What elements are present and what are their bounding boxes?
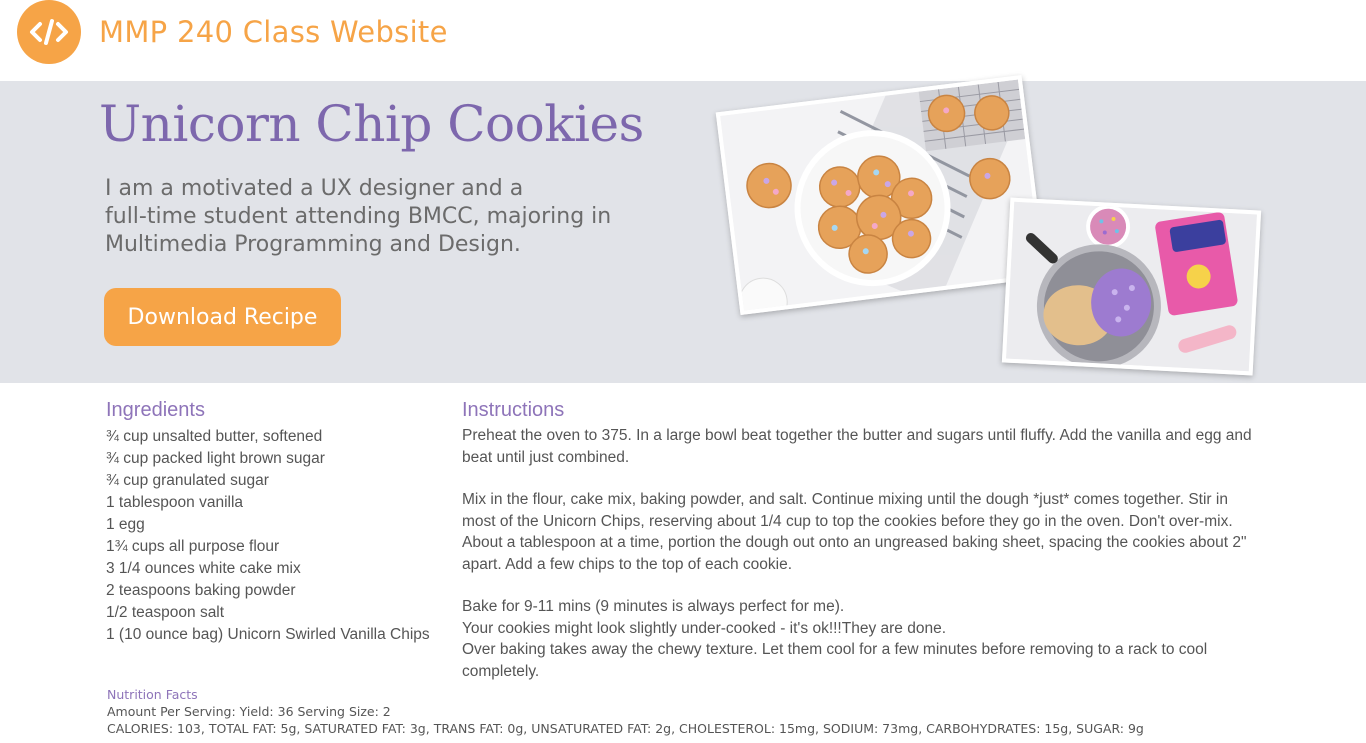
ingredient-item: 1/2 teaspoon salt	[106, 604, 225, 621]
ingredient-item: ¾ cup unsalted butter, softened	[106, 428, 323, 445]
site-title[interactable]: MMP 240 Class Website	[99, 15, 448, 49]
ingredient-item: 1¾ cups all purpose flour	[106, 538, 280, 555]
ingredient-item: 1 tablespoon vanilla	[106, 494, 244, 511]
instruction-line: Bake for 9-11 mins (9 minutes is always …	[462, 598, 845, 615]
page-title: Unicorn Chip Cookies	[99, 95, 644, 153]
cookie-dough-bowl-photo	[1001, 197, 1262, 376]
nutrition-facts: Nutrition Facts Amount Per Serving: Yiel…	[107, 686, 1357, 737]
top-bar: MMP 240 Class Website	[0, 0, 1366, 81]
hero-intro: I am a motivated a UX designer and a ful…	[105, 175, 665, 259]
instruction-line: Your cookies might look slightly under-c…	[462, 619, 946, 637]
nutrition-values: CALORIES: 103, TOTAL FAT: 5g, SATURATED …	[107, 721, 1144, 736]
instructions-heading: Instructions	[462, 399, 565, 421]
instruction-step: Mix in the flour, cake mix, baking powde…	[462, 491, 1247, 573]
ingredients-list: ¾ cup unsalted butter, softened ¾ cup pa…	[106, 426, 446, 646]
ingredients-section: Ingredients ¾ cup unsalted butter, softe…	[106, 399, 446, 646]
hero-section: Unicorn Chip Cookies I am a motivated a …	[0, 74, 1366, 383]
ingredients-heading: Ingredients	[106, 399, 205, 421]
ingredient-item: 2 teaspoons baking powder	[106, 582, 296, 599]
cookies-plate-photo	[715, 74, 1047, 316]
ingredient-item: ¾ cup packed light brown sugar	[106, 450, 325, 467]
instructions-section: Instructions Preheat the oven to 375. In…	[462, 399, 1257, 682]
download-recipe-button[interactable]: Download Recipe	[104, 288, 341, 346]
ingredient-item: 3 1/4 ounces white cake mix	[106, 560, 301, 577]
ingredient-item: ¾ cup granulated sugar	[106, 472, 269, 489]
code-brackets-icon[interactable]	[17, 0, 81, 64]
instruction-step: Bake for 9-11 mins (9 minutes is always …	[462, 596, 1257, 682]
instruction-line: Over baking takes away the chewy texture…	[462, 641, 1208, 680]
nutrition-heading: Nutrition Facts	[107, 687, 198, 702]
hero-intro-line: I am a motivated a UX designer and a	[105, 176, 524, 201]
nutrition-serving: Amount Per Serving: Yield: 36 Serving Si…	[107, 704, 391, 719]
ingredient-item: 1 (10 ounce bag) Unicorn Swirled Vanilla…	[106, 626, 430, 643]
ingredient-item: 1 egg	[106, 516, 145, 533]
hero-intro-line: full-time student attending BMCC, majori…	[105, 204, 612, 229]
recipe-content: Ingredients ¾ cup unsalted butter, softe…	[0, 383, 1366, 743]
instruction-step: Preheat the oven to 375. In a large bowl…	[462, 427, 1252, 466]
hero-intro-line: Multimedia Programming and Design.	[105, 232, 521, 257]
